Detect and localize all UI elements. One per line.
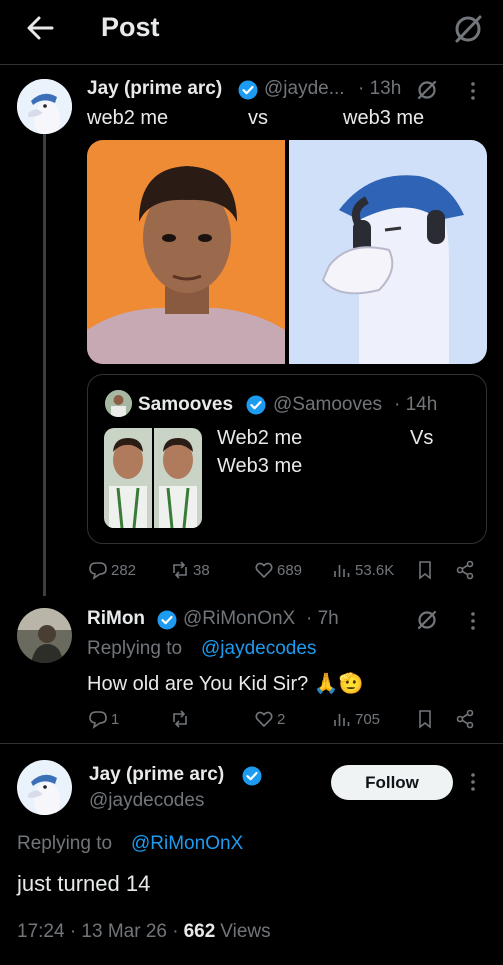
views-button[interactable]: 53.6K bbox=[332, 560, 394, 580]
repost-icon bbox=[173, 710, 187, 728]
more-options-icon[interactable] bbox=[466, 80, 480, 102]
verified-badge-icon bbox=[246, 395, 266, 415]
post-image-illustration[interactable] bbox=[289, 140, 487, 364]
repost-count: 38 bbox=[193, 561, 210, 579]
views-total: 662 bbox=[183, 921, 216, 942]
top-bar: Post bbox=[0, 0, 503, 62]
post-time[interactable]: · 13h bbox=[358, 78, 401, 100]
focus-author-name[interactable]: Jay (prime arc) bbox=[89, 764, 224, 786]
post-timestamp[interactable]: 17:24 · 13 Mar 26 · bbox=[17, 921, 179, 943]
post-text-vs: vs bbox=[248, 107, 268, 129]
post-text-left: web2 me bbox=[87, 107, 169, 129]
post-image-photo[interactable] bbox=[87, 140, 285, 364]
follow-button[interactable]: Follow bbox=[331, 765, 453, 800]
quote-author-handle[interactable]: @Samooves bbox=[273, 394, 382, 416]
quote-text-web2: Web2 me bbox=[217, 427, 303, 449]
reply-time[interactable]: · 7h bbox=[306, 608, 339, 630]
quote-text-web3: Web3 me bbox=[217, 455, 303, 477]
quote-text-vs: Vs bbox=[410, 427, 434, 449]
replying-to-link[interactable]: @RiMonOnX bbox=[131, 833, 243, 855]
thread-connector bbox=[43, 134, 46, 596]
author-handle[interactable]: @jayde... bbox=[264, 78, 345, 100]
avatar[interactable] bbox=[17, 608, 72, 663]
quote-author-name[interactable]: Samooves bbox=[138, 394, 233, 416]
heart-icon bbox=[255, 711, 273, 728]
reply-button[interactable]: 282 bbox=[88, 560, 136, 580]
reply-button[interactable]: 1 bbox=[88, 709, 119, 729]
quote-image[interactable] bbox=[104, 428, 152, 528]
heart-icon bbox=[255, 562, 273, 579]
views-chart-icon bbox=[334, 714, 350, 726]
reply-count: 282 bbox=[111, 561, 137, 579]
author-name[interactable]: Jay (prime arc) bbox=[87, 78, 222, 100]
reply-author-name[interactable]: RiMon bbox=[87, 608, 145, 630]
avatar[interactable] bbox=[17, 79, 72, 134]
quote-time[interactable]: · 14h bbox=[394, 394, 437, 416]
replying-to-prefix: Replying to bbox=[87, 638, 183, 659]
focus-author-handle[interactable]: @jaydecodes bbox=[89, 790, 204, 812]
more-options-icon[interactable] bbox=[466, 771, 480, 793]
repost-button[interactable] bbox=[170, 709, 193, 729]
reply-count: 1 bbox=[111, 710, 120, 728]
reply-icon bbox=[89, 711, 107, 729]
divider bbox=[0, 743, 503, 744]
avatar[interactable] bbox=[105, 390, 132, 417]
quote-image[interactable] bbox=[154, 428, 202, 528]
focus-post-text: just turned 14 bbox=[17, 871, 151, 896]
grok-icon[interactable] bbox=[416, 609, 438, 631]
verified-badge-icon bbox=[242, 766, 262, 786]
bookmark-icon[interactable] bbox=[415, 560, 435, 580]
repost-icon bbox=[173, 561, 187, 579]
share-icon[interactable] bbox=[455, 709, 475, 729]
like-count: 689 bbox=[277, 561, 303, 579]
post-text-right: web3 me bbox=[343, 107, 425, 129]
like-button[interactable]: 689 bbox=[254, 560, 302, 580]
views-label: Views bbox=[220, 921, 271, 942]
share-icon[interactable] bbox=[455, 560, 475, 580]
repost-button[interactable]: 38 bbox=[170, 560, 210, 580]
post-meta: 17:24 · 13 Mar 26 · 662 Views bbox=[17, 921, 271, 943]
views-count: 705 bbox=[355, 710, 381, 728]
verified-badge-icon bbox=[238, 80, 258, 100]
replying-to-prefix: Replying to bbox=[17, 833, 113, 854]
bookmark-icon[interactable] bbox=[415, 709, 435, 729]
views-chart-icon bbox=[334, 565, 350, 577]
like-button[interactable]: 2 bbox=[254, 709, 285, 729]
replying-to-link[interactable]: @jaydecodes bbox=[201, 638, 316, 660]
reply-icon bbox=[89, 562, 107, 580]
like-count: 2 bbox=[277, 710, 286, 728]
grok-icon[interactable] bbox=[452, 13, 484, 45]
grok-icon[interactable] bbox=[416, 79, 438, 101]
more-options-icon[interactable] bbox=[466, 610, 480, 632]
header-divider bbox=[0, 64, 503, 65]
reply-author-handle[interactable]: @RiMonOnX bbox=[183, 608, 295, 630]
reply-text: How old are You Kid Sir? 🙏🫡 bbox=[87, 673, 364, 695]
avatar[interactable] bbox=[17, 760, 72, 815]
verified-badge-icon bbox=[157, 610, 177, 630]
page-title: Post bbox=[101, 12, 160, 42]
views-count: 53.6K bbox=[355, 561, 395, 579]
views-button[interactable]: 705 bbox=[332, 709, 380, 729]
back-arrow-icon[interactable] bbox=[22, 10, 58, 46]
